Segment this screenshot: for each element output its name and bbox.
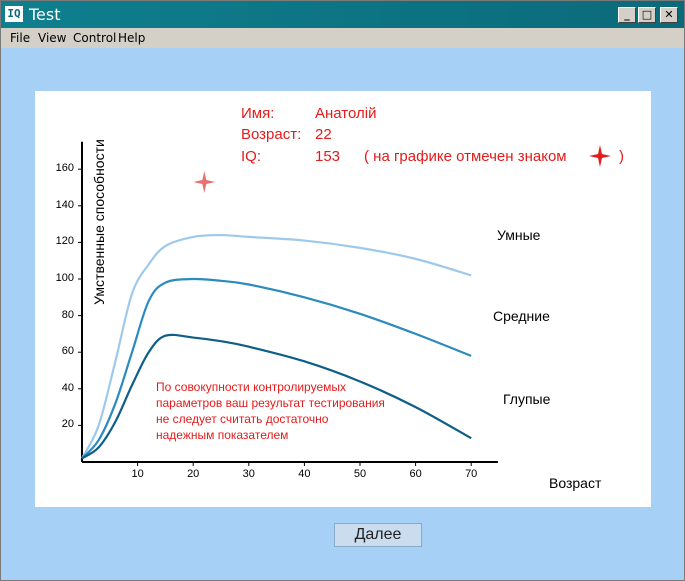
- menu-view-label: View: [38, 31, 67, 45]
- y-tick-label: 140: [55, 198, 74, 211]
- y-tick-label: 60: [61, 345, 74, 358]
- iq-result-marker: [193, 171, 216, 194]
- x-tick-label: 70: [465, 468, 478, 480]
- window-title: Test: [29, 5, 61, 24]
- y-tick-label: 100: [55, 272, 74, 284]
- x-tick-label: 30: [242, 468, 255, 480]
- legend-star-icon: [589, 145, 611, 167]
- series-line-smart: [81, 233, 472, 459]
- next-button[interactable]: Далее: [334, 523, 422, 547]
- x-tick-label: 10: [131, 468, 144, 480]
- x-tick-label: 50: [353, 468, 367, 480]
- menu-help[interactable]: Help: [118, 31, 145, 45]
- minimize-button[interactable]: _: [618, 7, 636, 23]
- chart-panel: Имя: Анатолій Возраст: 22 IQ: 153 ( на г…: [35, 91, 651, 507]
- menu-file-label: File: [10, 31, 31, 45]
- app-icon: IQ: [5, 6, 23, 22]
- app-window: IQ Test _ □ ✕ File View Control Help Имя…: [0, 0, 685, 581]
- close-button[interactable]: ✕: [660, 7, 678, 23]
- menu-view[interactable]: View: [38, 31, 66, 45]
- iq-chart: [78, 141, 611, 466]
- title-bar[interactable]: IQ Test _ □ ✕: [1, 1, 684, 28]
- series-line-dumb: [81, 333, 472, 460]
- y-tick-label: 160: [55, 162, 74, 175]
- maximize-button[interactable]: □: [638, 7, 656, 23]
- menu-bar: File View Control Help: [1, 28, 684, 48]
- menu-control-label: Control: [73, 31, 117, 45]
- y-tick-label: 40: [61, 381, 74, 394]
- y-tick-label: 20: [61, 418, 74, 431]
- x-tick-label: 40: [298, 468, 311, 480]
- menu-help-label: Help: [118, 31, 146, 45]
- menu-control[interactable]: Control: [73, 31, 116, 45]
- y-tick-label: 120: [55, 235, 74, 248]
- menu-file[interactable]: File: [10, 31, 30, 45]
- y-tick-label: 80: [61, 308, 74, 321]
- x-tick-label: 60: [409, 468, 422, 480]
- x-tick-label: 20: [187, 468, 200, 480]
